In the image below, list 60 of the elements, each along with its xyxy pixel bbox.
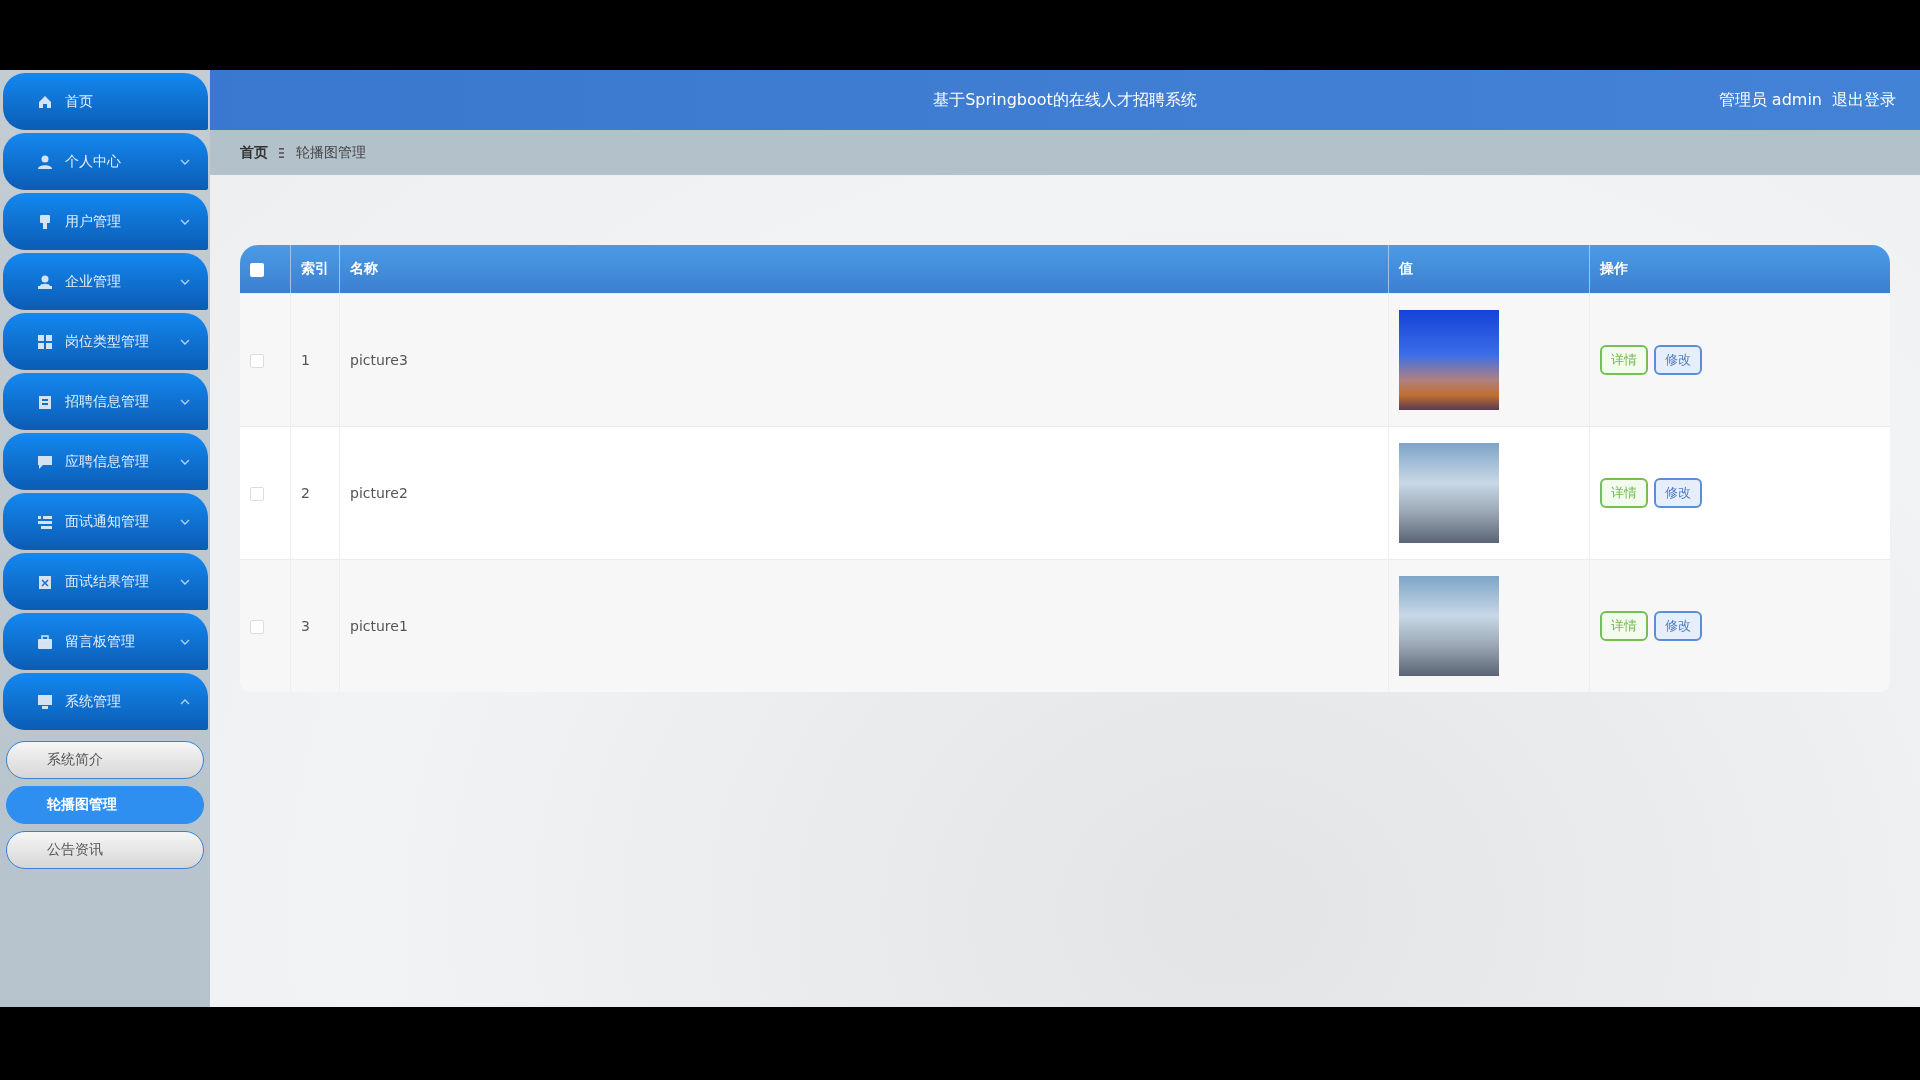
row-checkbox[interactable] — [250, 620, 264, 634]
sidebar-menu-item[interactable]: 用户管理 — [3, 193, 208, 250]
column-header: 操作 — [1589, 245, 1890, 293]
breadcrumb-separator-icon — [278, 146, 286, 159]
user-label: 管理员 admin — [1718, 89, 1822, 111]
menu-icon — [37, 273, 53, 290]
menu-label: 企业管理 — [65, 272, 122, 291]
sidebar-menu-item[interactable]: 留言板管理 — [3, 613, 208, 670]
menu-icon — [37, 693, 53, 710]
menu-label: 首页 — [65, 92, 94, 111]
menu-label: 应聘信息管理 — [65, 452, 150, 471]
details-button[interactable]: 详情 — [1600, 611, 1648, 641]
menu-label: 岗位类型管理 — [65, 332, 150, 351]
sidebar-menu-item[interactable]: 应聘信息管理 — [3, 433, 208, 490]
menu-label: 个人中心 — [65, 152, 122, 171]
select-all-checkbox[interactable] — [250, 263, 264, 277]
sidebar-menu-item[interactable]: 面试通知管理 — [3, 493, 208, 550]
logout-link[interactable]: 退出登录 — [1832, 89, 1896, 111]
menu-icon — [37, 513, 53, 530]
submenu-item[interactable]: 系统简介 — [6, 741, 204, 779]
menu-icon — [37, 393, 53, 410]
sidebar-menu-item[interactable]: 招聘信息管理 — [3, 373, 208, 430]
submenu-item[interactable]: 轮播图管理 — [6, 786, 204, 824]
sidebar-menu-item[interactable]: 面试结果管理 — [3, 553, 208, 610]
column-header: 名称 — [339, 245, 1388, 293]
column-header: 值 — [1388, 245, 1589, 293]
edit-button[interactable]: 修改 — [1654, 345, 1702, 375]
row-checkbox[interactable] — [250, 487, 264, 501]
table-cell: picture2 — [339, 426, 1388, 559]
menu-icon — [37, 213, 53, 230]
edit-button[interactable]: 修改 — [1654, 478, 1702, 508]
sidebar-menu-item[interactable]: 系统管理 — [3, 673, 208, 730]
column-header: 索引 — [290, 245, 339, 293]
edit-button[interactable]: 修改 — [1654, 611, 1702, 641]
sidebar-menu-item[interactable]: 个人中心 — [3, 133, 208, 190]
sidebar-menu-item[interactable]: 岗位类型管理 — [3, 313, 208, 370]
breadcrumb-link[interactable]: 首页 — [240, 143, 268, 162]
row-checkbox[interactable] — [250, 354, 264, 368]
app-title: 基于Springboot的在线人才招聘系统 — [933, 89, 1197, 111]
submenu-item[interactable]: 公告资讯 — [6, 831, 204, 869]
sidebar-menu-item[interactable]: 首页 — [3, 73, 208, 130]
details-button[interactable]: 详情 — [1600, 345, 1648, 375]
menu-label: 系统管理 — [65, 692, 122, 711]
menu-icon — [37, 453, 53, 470]
menu-icon — [37, 573, 53, 590]
menu-icon — [37, 153, 53, 170]
details-button[interactable]: 详情 — [1600, 478, 1648, 508]
menu-icon — [37, 333, 53, 350]
menu-label: 面试结果管理 — [65, 572, 150, 591]
table-cell: picture1 — [339, 559, 1388, 692]
menu-label: 招聘信息管理 — [65, 392, 150, 411]
breadcrumb-current: 轮播图管理 — [296, 143, 366, 162]
table-cell: 3 — [290, 559, 339, 692]
menu-icon — [37, 93, 53, 110]
menu-icon — [37, 633, 53, 650]
menu-label: 留言板管理 — [65, 632, 136, 651]
menu-label: 面试通知管理 — [65, 512, 150, 531]
sidebar-menu-item[interactable]: 企业管理 — [3, 253, 208, 310]
table-cell: 2 — [290, 426, 339, 559]
menu-label: 用户管理 — [65, 212, 122, 231]
